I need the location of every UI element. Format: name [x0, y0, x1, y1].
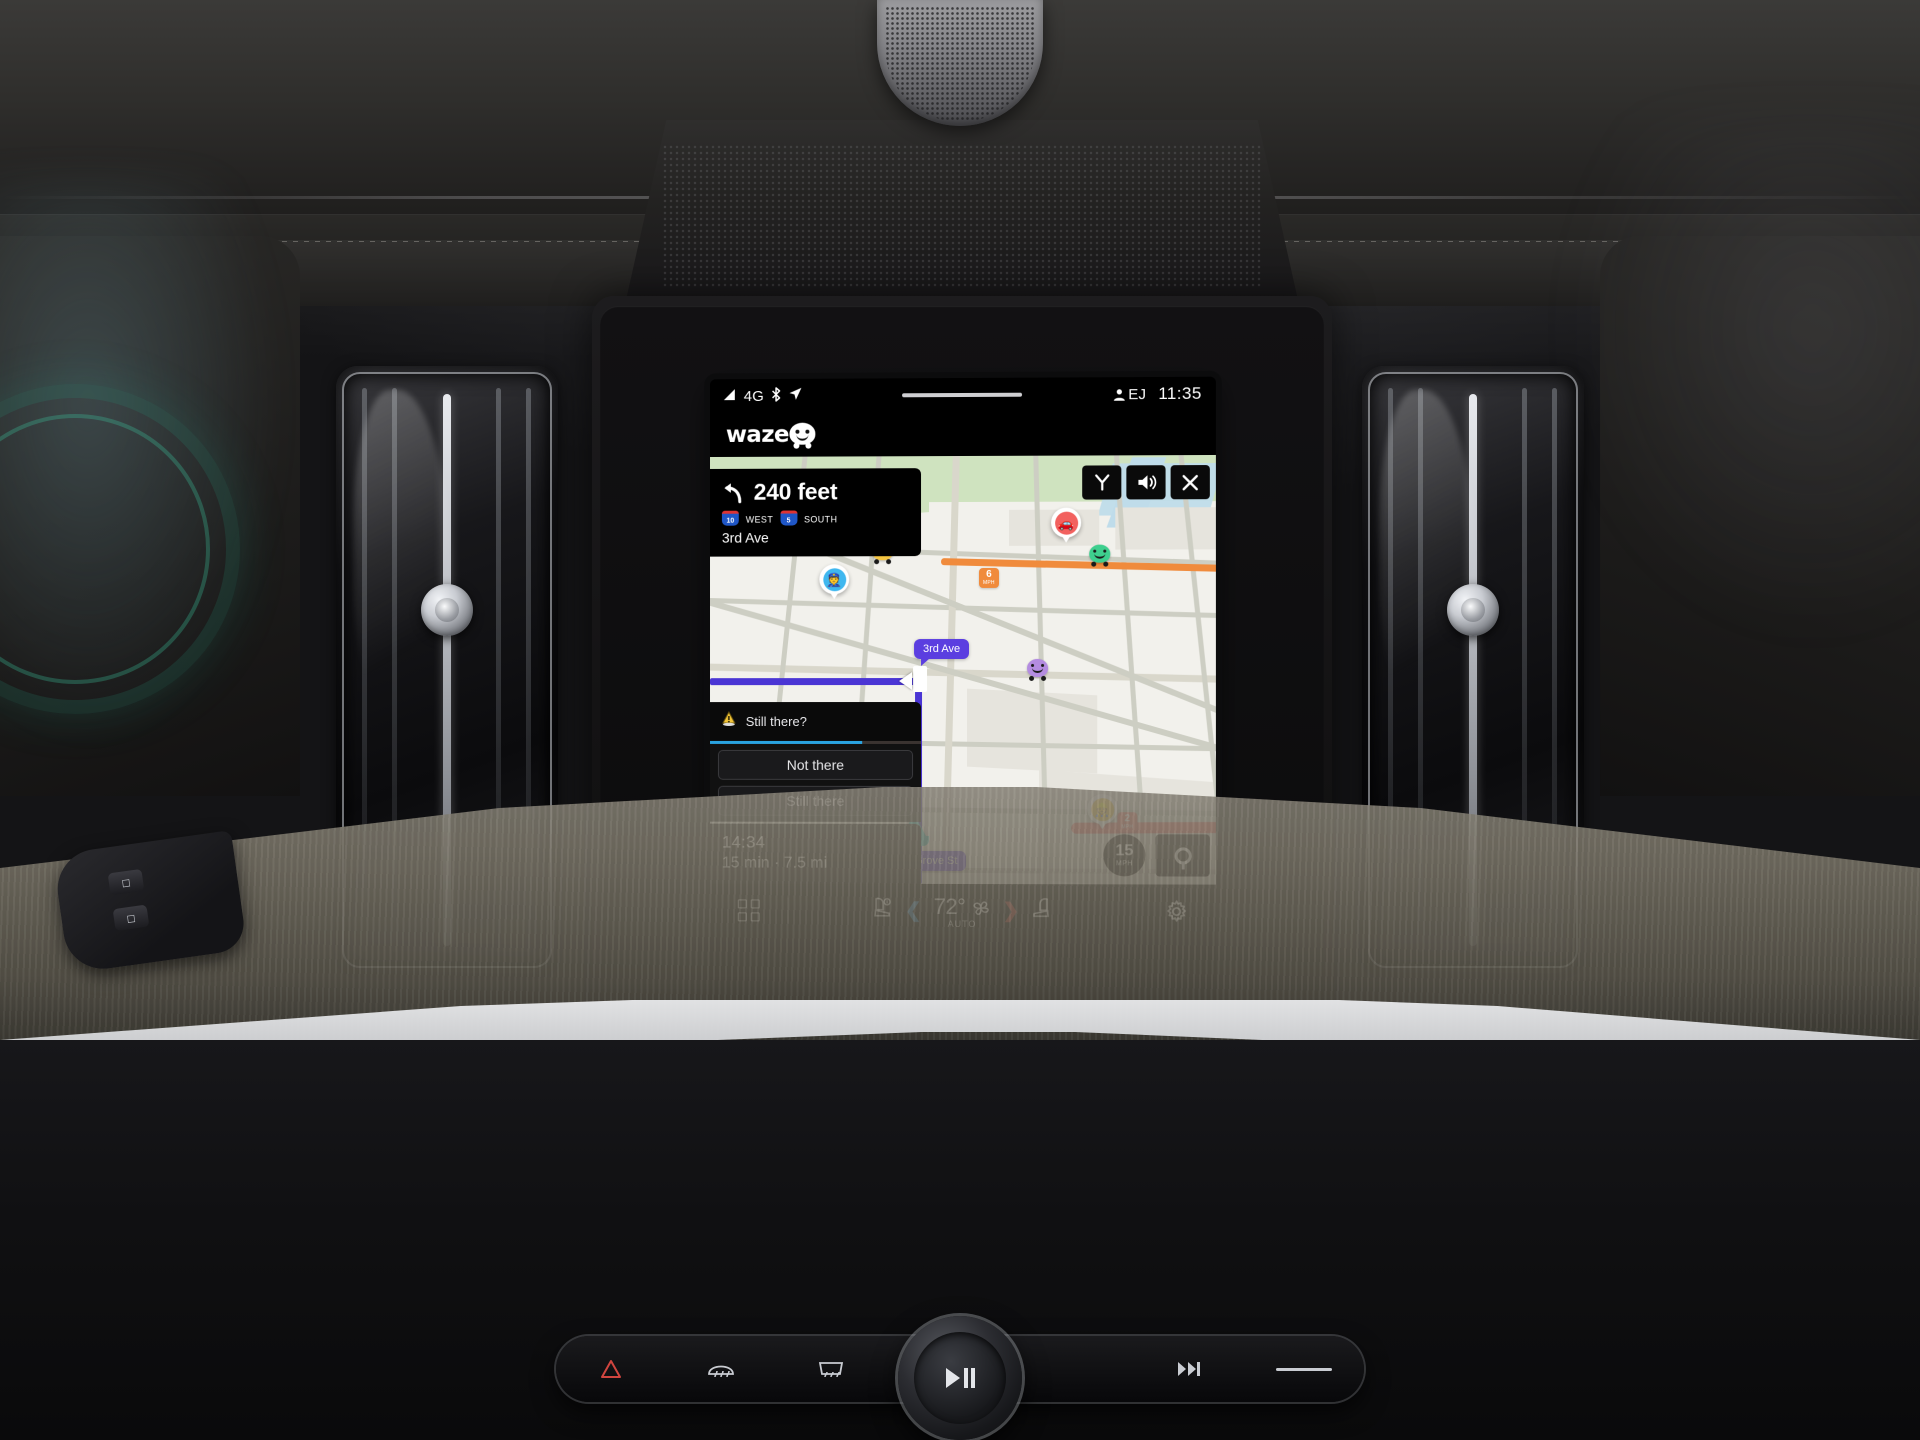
traffic-speed-badge: 6 MPH: [979, 567, 999, 588]
dialog-title: Still there?: [745, 714, 807, 729]
map-building-block: [1115, 507, 1216, 550]
police-report-marker[interactable]: 👮: [819, 564, 850, 595]
status-right-group: EJ 11:35: [1113, 384, 1202, 404]
volume-knob[interactable]: [898, 1316, 1022, 1440]
network-type-label: 4G: [743, 387, 765, 405]
system-clock: 11:35: [1158, 383, 1202, 404]
system-status-bar: 4G EJ 11:35: [710, 376, 1216, 414]
next-track-button[interactable]: [1134, 1336, 1244, 1402]
waze-app-header: waze: [710, 410, 1216, 458]
signal-strength-icon: [723, 388, 737, 405]
hazard-lights-button[interactable]: [556, 1336, 666, 1402]
status-left-group: 4G: [723, 386, 803, 405]
distance-to-turn: 240 feet: [753, 478, 838, 505]
not-there-button[interactable]: Not there: [717, 749, 914, 780]
user-initials: EJ: [1128, 385, 1147, 403]
waze-wordmark: waze: [725, 421, 789, 448]
car-interior-scene: 4G EJ 11:35 waze 6 MPH 3rd Ave 👮 🚗 240 f…: [0, 0, 1920, 1440]
navigation-street-name: 3rd Ave: [721, 529, 769, 546]
screen-drag-handle[interactable]: [902, 392, 1023, 398]
dashboard-speaker-grille: [626, 120, 1298, 300]
drive-mode-button[interactable]: ◻: [107, 868, 145, 896]
construction-warning-icon: [720, 710, 738, 733]
route-line-segment: [710, 678, 922, 686]
user-profile-chip[interactable]: EJ: [1113, 386, 1146, 403]
map-control-group: [1082, 465, 1210, 500]
route-direction-arrow: [899, 672, 913, 691]
highway-shield-10: 10: [721, 510, 739, 526]
route-turn-corner: [913, 666, 928, 693]
navigation-road-shields: 10 West 5 South: [721, 510, 909, 526]
dialog-timeout-progress: [710, 740, 922, 744]
person-icon: [1113, 388, 1125, 401]
window-glare-right: [1560, 120, 1920, 640]
right-bar-button[interactable]: [1244, 1336, 1364, 1402]
front-defrost-button[interactable]: [666, 1336, 776, 1402]
waze-face-icon: [789, 422, 816, 449]
direction-south: South: [804, 510, 838, 526]
play-pause-button[interactable]: [914, 1332, 1006, 1424]
turn-left-arrow-icon: [722, 481, 744, 503]
traffic-jam-marker[interactable]: 🚗: [1051, 507, 1082, 538]
navigation-instruction-card[interactable]: 240 feet 10 West 5 South 3rd Ave: [710, 468, 922, 557]
navigation-primary-line: 240 feet: [722, 478, 909, 506]
next-track-icon: [1178, 1362, 1200, 1376]
alternate-routes-button[interactable]: [1082, 465, 1122, 500]
front-defrost-icon: [708, 1365, 734, 1378]
drive-mode-button-2[interactable]: ◻: [112, 904, 150, 932]
direction-west: West: [745, 510, 774, 526]
dialog-header: Still there?: [710, 702, 922, 741]
steering-column-controls[interactable]: ◻ ◻: [52, 830, 248, 974]
bar-icon: [1276, 1367, 1332, 1371]
police-officer-icon: 👮: [822, 567, 846, 591]
rear-defrost-icon: [818, 1362, 844, 1378]
hazard-triangle-icon: [601, 1360, 621, 1378]
highway-shield-5: 5: [780, 510, 798, 526]
map-building-block: [966, 688, 1098, 774]
wazer-purple[interactable]: [1027, 658, 1049, 677]
traffic-car-icon: 🚗: [1054, 511, 1078, 535]
bluetooth-icon: [771, 386, 782, 405]
sound-button[interactable]: [1126, 465, 1166, 500]
play-pause-icon: [946, 1368, 975, 1388]
rear-defrost-button[interactable]: [776, 1336, 886, 1402]
wazer-green[interactable]: [1089, 544, 1111, 563]
street-label-3rd-ave: 3rd Ave: [914, 638, 970, 660]
location-arrow-icon: [789, 387, 803, 405]
close-navigation-button[interactable]: [1170, 465, 1210, 500]
